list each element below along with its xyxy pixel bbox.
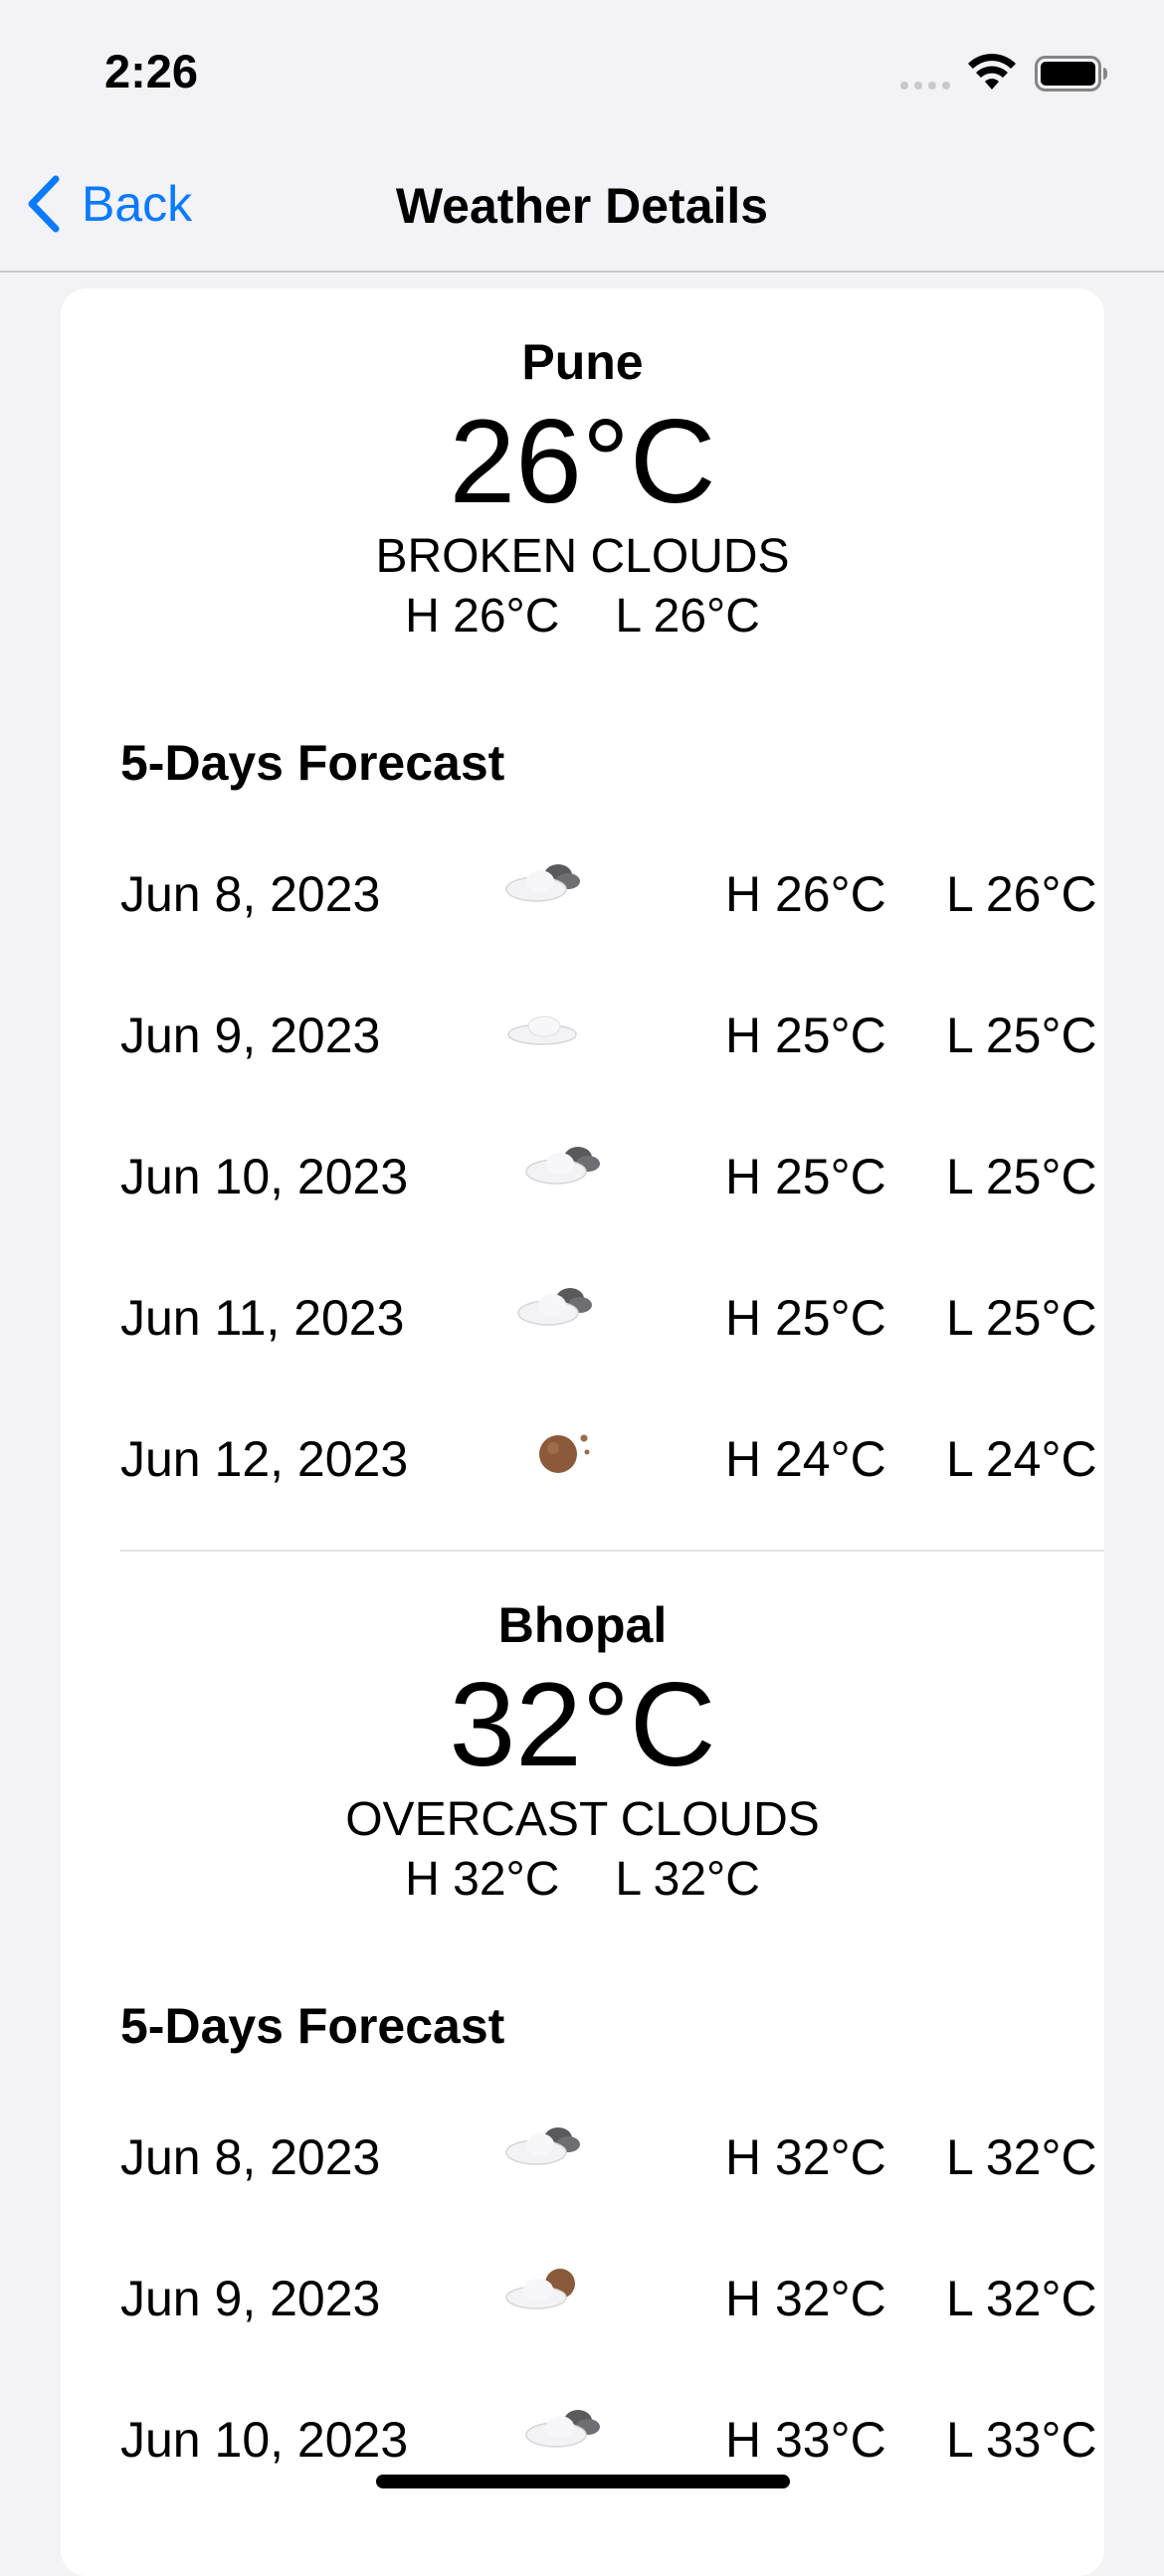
cloud-moon-icon	[505, 2269, 575, 2309]
forecast-high: H 33°C	[725, 2412, 886, 2468]
city-name: Bhopal	[497, 1597, 668, 1653]
weather-description: OVERCAST CLOUDS	[345, 1793, 820, 1846]
forecast-low: L 25°C	[946, 1290, 1097, 1346]
navigation-bar: Back Weather Details	[0, 139, 1164, 273]
cloud-dark-cloud-icon	[525, 1147, 600, 1185]
status-time: 2:26	[104, 45, 199, 97]
city-divider	[120, 1550, 1104, 1552]
forecast-date: Jun 10, 2023	[120, 1149, 409, 1204]
high-temperature: H 32°C	[405, 1853, 560, 1906]
high-temperature: H 26°C	[405, 590, 560, 643]
forecast-low: L 33°C	[946, 2412, 1097, 2468]
forecast-title: 5-Days Forecast	[120, 1998, 505, 2054]
forecast-high: H 32°C	[725, 2271, 886, 2326]
weather-card: Pune 26°C BROKEN CLOUDS H 26°C L 26°C 5-D…	[61, 288, 1104, 2576]
current-temperature: 26°C	[449, 395, 716, 528]
forecast-high: H 25°C	[725, 1149, 886, 1204]
cellular-signal-icon	[900, 82, 950, 90]
forecast-row: Jun 10, 2023 H 25°C L 25°C	[120, 1136, 1105, 1215]
forecast-low: L 25°C	[946, 1149, 1097, 1204]
status-bar: 2:26	[0, 0, 1164, 139]
forecast-high: H 26°C	[725, 866, 886, 922]
city-summary: Pune 26°C BROKEN CLOUDS H 26°C L 26°C	[61, 332, 1104, 646]
forecast-high: H 32°C	[725, 2129, 886, 2185]
low-temperature: L 32°C	[615, 1853, 760, 1906]
forecast-row: Jun 11, 2023 H 25°C L 25°C	[120, 1277, 1105, 1357]
current-temperature: 32°C	[449, 1658, 716, 1791]
high-low-temperature: H 32°C L 32°C	[61, 1850, 1104, 1910]
forecast-row: Jun 12, 2023 H 24°C L 24°C	[120, 1418, 1105, 1498]
forecast-title: 5-Days Forecast	[120, 735, 505, 791]
forecast-low: L 25°C	[946, 1008, 1097, 1063]
wifi-icon	[968, 54, 1016, 90]
city-name: Pune	[521, 334, 644, 390]
moon-icon	[539, 1434, 590, 1473]
forecast-date: Jun 8, 2023	[120, 866, 381, 922]
forecast-row: Jun 9, 2023 H 25°C L 25°C	[120, 995, 1105, 1074]
city-summary: Bhopal 32°C OVERCAST CLOUDS H 32°C L 32°C	[61, 1595, 1104, 1910]
forecast-low: L 26°C	[946, 866, 1097, 922]
forecast-row: Jun 10, 2023 H 33°C L 33°C	[120, 2399, 1105, 2479]
cloud-dark-cloud-icon	[505, 2127, 580, 2165]
forecast-low: L 32°C	[946, 2129, 1097, 2185]
cloud-dark-cloud-icon	[505, 864, 580, 902]
weather-description: BROKEN CLOUDS	[375, 530, 790, 583]
forecast-row: Jun 8, 2023 H 32°C L 32°C	[120, 2116, 1105, 2196]
forecast-date: Jun 11, 2023	[120, 1290, 405, 1346]
page-title: Weather Details	[395, 178, 769, 234]
forecast-date: Jun 8, 2023	[120, 2129, 381, 2185]
cloud-dark-cloud-icon	[525, 2410, 600, 2448]
forecast-low: L 32°C	[946, 2271, 1097, 2326]
forecast-high: H 24°C	[725, 1431, 886, 1487]
forecast-row: Jun 8, 2023 H 26°C L 26°C	[120, 853, 1105, 933]
forecast-low: L 24°C	[946, 1431, 1097, 1487]
cloud-dark-cloud-icon	[517, 1288, 592, 1326]
forecast-row: Jun 9, 2023 H 32°C L 32°C	[120, 2258, 1105, 2337]
forecast-date: Jun 9, 2023	[120, 1008, 381, 1063]
home-indicator[interactable]	[376, 2475, 790, 2488]
low-temperature: L 26°C	[615, 590, 760, 643]
cloud-icon	[507, 1015, 577, 1045]
forecast-high: H 25°C	[725, 1008, 886, 1063]
forecast-date: Jun 10, 2023	[120, 2412, 409, 2468]
forecast-high: H 25°C	[725, 1290, 886, 1346]
forecast-date: Jun 9, 2023	[120, 2271, 381, 2326]
forecast-date: Jun 12, 2023	[120, 1431, 409, 1487]
high-low-temperature: H 26°C L 26°C	[61, 587, 1104, 646]
battery-icon	[1035, 56, 1107, 92]
